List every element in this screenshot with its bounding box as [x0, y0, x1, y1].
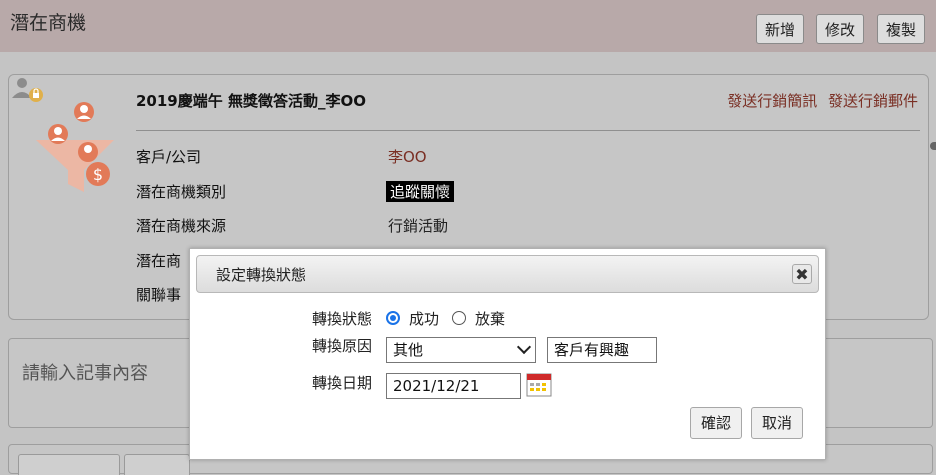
divider [136, 130, 920, 131]
field-label-source: 潛在商機來源 [136, 217, 227, 235]
field-label-status: 潛在商 [136, 252, 182, 270]
send-sms-link[interactable]: 發送行銷簡訊 [727, 92, 817, 110]
field-value-category: 追蹤關懷 [386, 181, 455, 202]
status-label: 轉換狀態 [312, 310, 373, 328]
reason-select[interactable]: 其他 [386, 337, 536, 363]
reason-select-value: 其他 [393, 341, 424, 359]
edit-button[interactable]: 修改 [816, 14, 865, 44]
calendar-icon[interactable] [526, 373, 552, 397]
send-email-link[interactable]: 發送行銷郵件 [828, 92, 918, 110]
field-label-customer: 客戶/公司 [136, 148, 202, 166]
add-button[interactable]: 新增 [756, 14, 805, 44]
status-success-label[interactable]: 成功 [409, 308, 439, 329]
dialog-header: 設定轉換狀態 ✖ [196, 255, 819, 293]
svg-text:$: $ [93, 165, 103, 184]
marketing-links: 發送行銷簡訊 發送行銷郵件 [721, 90, 918, 111]
date-input[interactable]: 2021/12/21 [386, 373, 521, 399]
page-title: 潛在商機 [10, 12, 87, 34]
reason-label: 轉換原因 [312, 337, 373, 355]
tab[interactable] [18, 454, 120, 475]
field-label-category: 潛在商機類別 [136, 183, 227, 201]
cancel-button[interactable]: 取消 [751, 407, 804, 439]
funnel-people-icon: $ [36, 102, 114, 192]
dialog-title: 設定轉換狀態 [216, 266, 307, 284]
chevron-down-icon [516, 339, 532, 355]
reason-text-input[interactable]: 客戶有興趣 [547, 337, 657, 363]
status-success-radio[interactable] [386, 311, 400, 325]
field-value-source: 行銷活動 [388, 217, 449, 235]
tab[interactable] [124, 454, 190, 475]
date-label: 轉換日期 [312, 374, 373, 392]
status-abandon-label[interactable]: 放棄 [475, 308, 505, 329]
status-abandon-radio[interactable] [452, 311, 466, 325]
field-label-related: 關聯事 [136, 286, 182, 304]
conversion-status-dialog: 設定轉換狀態 ✖ 轉換狀態 成功 放棄 轉換原因 其他 客戶有興趣 轉換日期 2… [189, 248, 826, 460]
field-value-customer[interactable]: 李OO [388, 146, 427, 167]
scroll-handle[interactable] [930, 142, 936, 150]
copy-button[interactable]: 複製 [877, 14, 926, 44]
notes-placeholder: 請輸入記事內容 [22, 363, 148, 384]
confirm-button[interactable]: 確認 [690, 407, 743, 439]
close-icon[interactable]: ✖ [792, 264, 812, 284]
opportunity-title: 2019慶端午 無獎徵答活動_李OO [136, 92, 366, 110]
